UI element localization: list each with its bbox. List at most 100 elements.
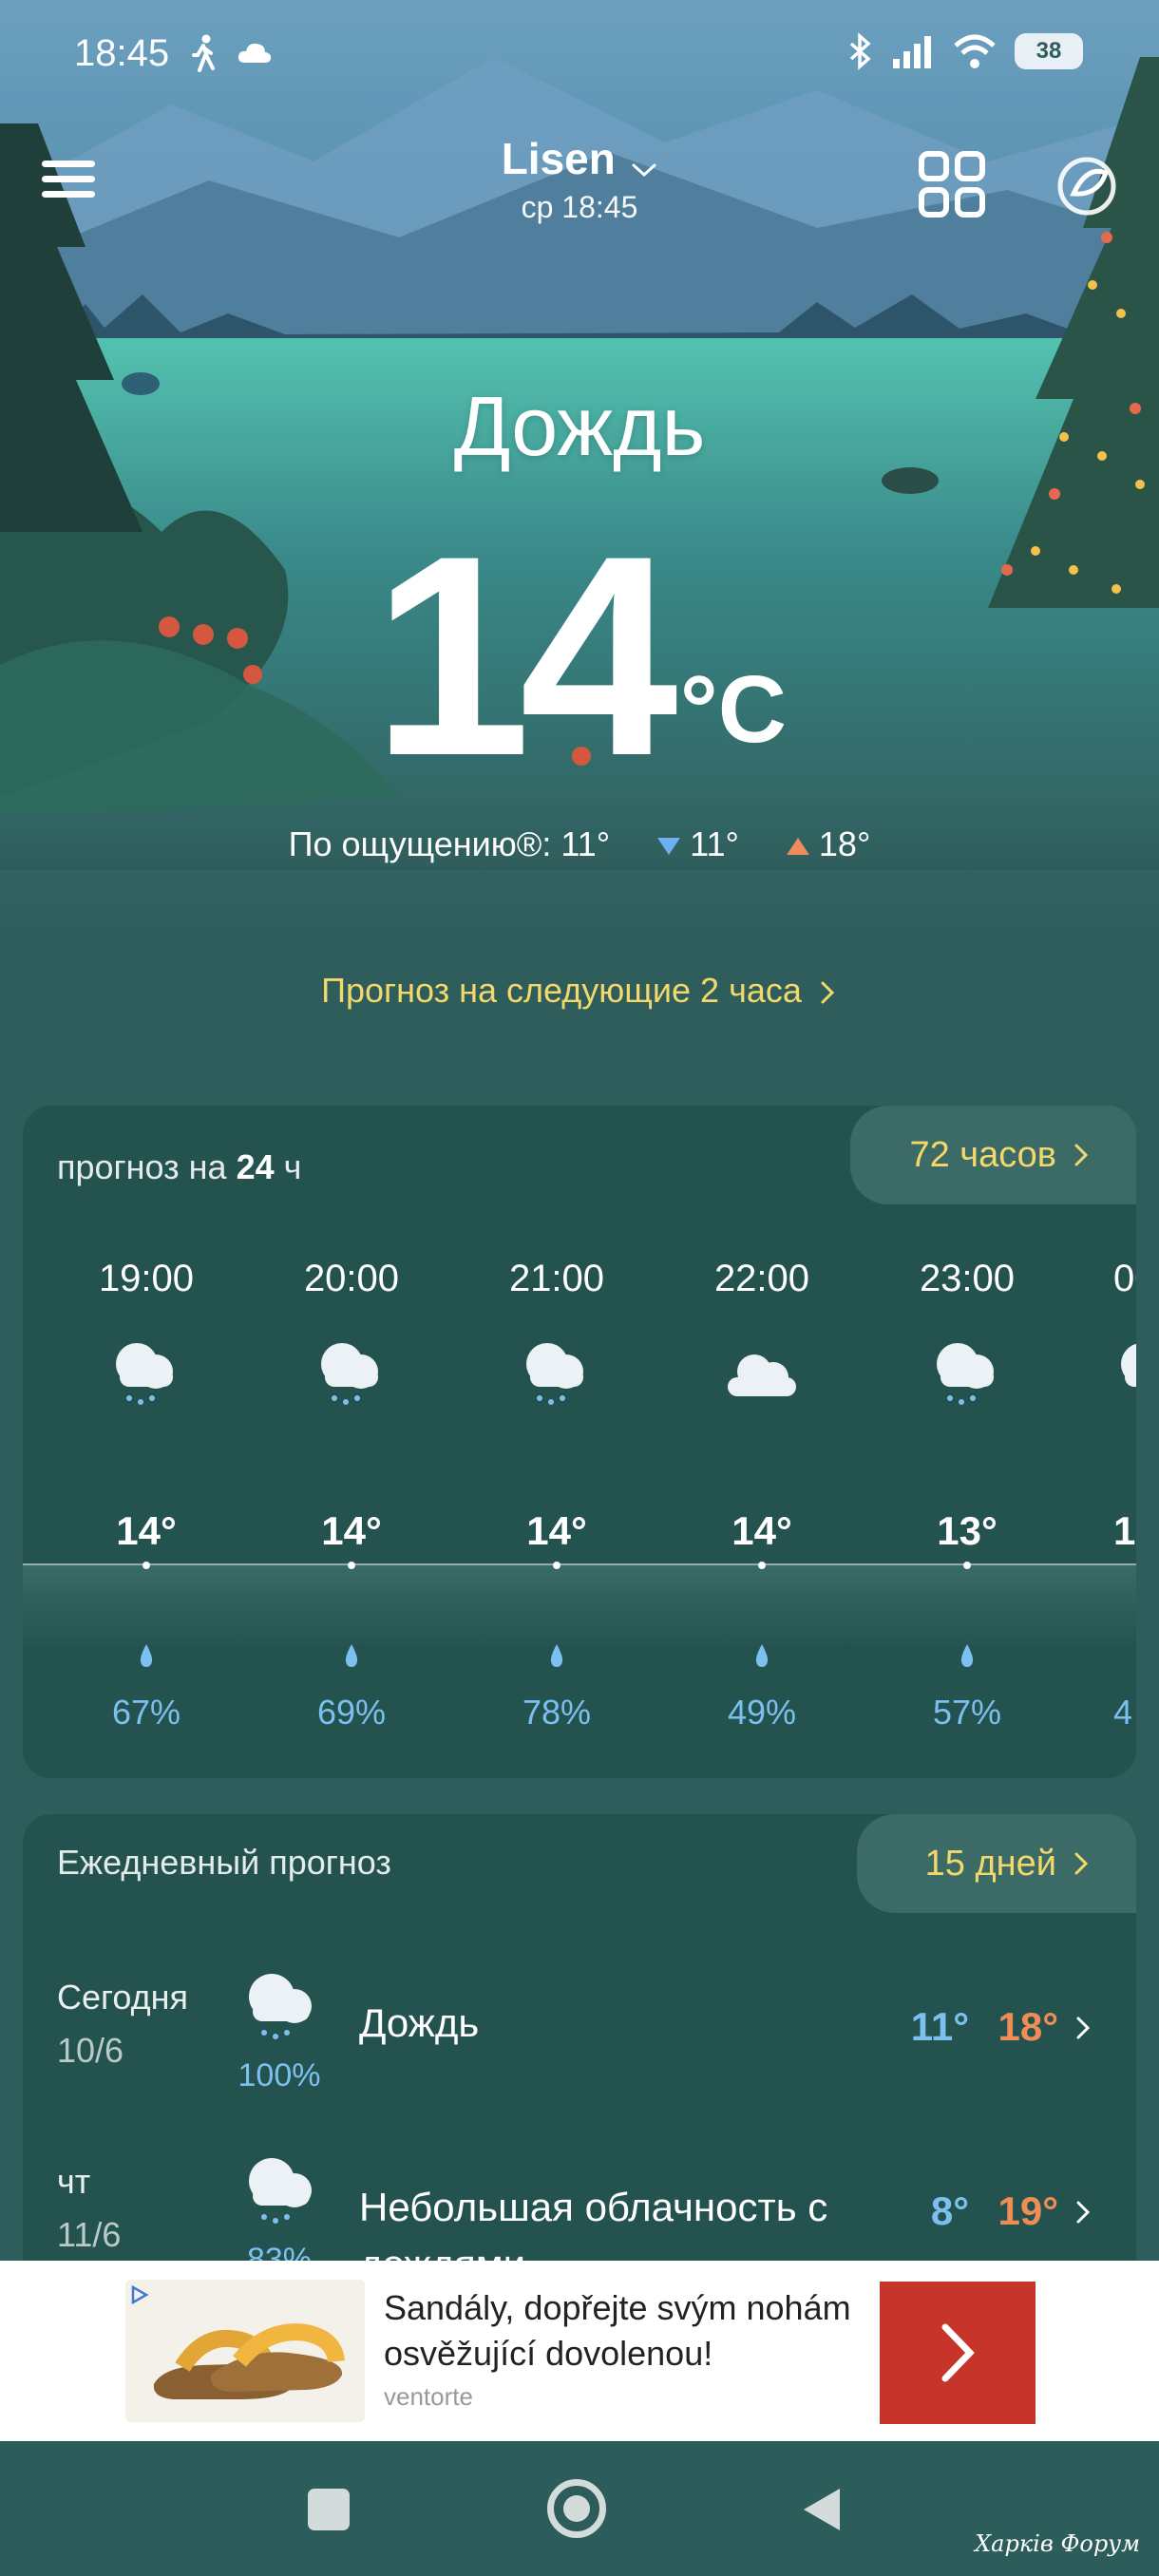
daily-forecast-card: Ежедневный прогноз 15 дней Сегодня 10/6 …	[23, 1814, 1136, 2308]
day-precip: 100%	[238, 2057, 321, 2093]
hour-item[interactable]: 19:00 14° 67%	[44, 1106, 249, 1778]
daily-15d-label[interactable]: 15 дней	[925, 1844, 1056, 1885]
hour-temp: 13°	[937, 1508, 998, 1553]
hour-item[interactable]: 20:00 14° 69%	[249, 1106, 454, 1778]
rain-cloud-icon	[526, 1343, 583, 1405]
chevron-down-icon[interactable]	[631, 161, 657, 180]
watermark-text: Харків Форум	[975, 2530, 1140, 2557]
hour-temp: 1	[1113, 1508, 1136, 1553]
min-temp: 11°	[690, 824, 739, 863]
temperature-unit: °C	[679, 656, 787, 763]
hour-item[interactable]: 22:00 14° 49%	[659, 1106, 864, 1778]
hour-time: 21:00	[508, 1258, 605, 1299]
temp-point	[963, 1562, 971, 1569]
hour-temp: 14°	[732, 1508, 792, 1553]
rain-cloud-icon	[116, 1343, 173, 1405]
hour-precip: 78%	[522, 1693, 592, 1732]
raindrop-icon	[755, 1644, 769, 1667]
hour-time: 19:00	[98, 1258, 195, 1299]
max-temp: 18°	[818, 824, 871, 863]
chevron-right-icon[interactable]	[1074, 2198, 1092, 2226]
rain-cloud-icon	[1121, 1343, 1136, 1387]
day-min-temp: 11°	[910, 2004, 969, 2049]
ad-open-button[interactable]	[880, 2282, 1036, 2424]
day-condition: Дождь	[359, 2000, 480, 2045]
hour-time: 00	[1113, 1258, 1136, 1299]
cloud-icon	[728, 1354, 796, 1396]
ad-banner[interactable]: Sandály, dopřejte svým nohám osvěžující …	[0, 2261, 1159, 2441]
bluetooth-icon	[849, 32, 871, 70]
walking-icon	[192, 34, 215, 72]
chevron-right-icon[interactable]	[1072, 1849, 1091, 1878]
back-button[interactable]	[798, 2485, 844, 2534]
hour-time: 22:00	[713, 1258, 810, 1299]
feels-like-text: По ощущению®: 11°	[288, 824, 611, 863]
day-max-temp: 18°	[998, 2004, 1058, 2049]
status-time: 18:45	[74, 32, 170, 74]
day-name: Сегодня	[57, 1978, 188, 2017]
day-name: чт	[57, 2162, 91, 2201]
day-date: 11/6	[57, 2215, 122, 2254]
ad-source: ventorte	[384, 2382, 473, 2411]
rain-cloud-icon	[937, 1343, 994, 1405]
hourly-forecast-card: прогноз на 24 ч 72 часов 19:00 14° 67% 2…	[23, 1106, 1136, 1778]
hour-precip: 4	[1113, 1693, 1133, 1732]
hourly-list[interactable]: 19:00 14° 67% 20:00 14° 69% 21:00 14° 78…	[23, 1106, 1136, 1778]
temp-point	[142, 1562, 150, 1569]
temp-point	[553, 1562, 560, 1569]
status-left-icons	[190, 34, 274, 72]
raindrop-icon	[550, 1644, 563, 1667]
ad-title[interactable]: Sandály, dopřejte svým nohám osvěžující …	[384, 2285, 878, 2377]
two-hour-forecast-link[interactable]: Прогноз на следующие 2 часа	[0, 971, 1159, 1011]
daily-15d-tab[interactable]: 15 дней	[856, 1814, 1136, 1913]
home-button[interactable]	[547, 2479, 606, 2538]
hour-temp: 14°	[116, 1508, 177, 1553]
hour-item[interactable]: 21:00 14° 78%	[454, 1106, 659, 1778]
sandals-image	[125, 2280, 365, 2422]
ad-product-image[interactable]	[125, 2280, 365, 2422]
max-arrow-icon	[786, 838, 809, 856]
status-right-icons: 38	[846, 32, 1083, 70]
raindrop-icon	[345, 1644, 358, 1667]
day-max-temp: 19°	[998, 2188, 1058, 2233]
temp-point	[348, 1562, 355, 1569]
chevron-right-icon	[941, 2323, 975, 2382]
signal-icon	[893, 36, 931, 68]
hour-precip: 49%	[727, 1693, 797, 1732]
raindrop-icon	[140, 1644, 153, 1667]
hour-precip: 69%	[316, 1693, 387, 1732]
raindrop-icon	[960, 1644, 974, 1667]
rain-cloud-icon	[249, 2158, 312, 2224]
day-min-temp: 8°	[930, 2188, 969, 2233]
hour-item[interactable]: 23:00 13° 57%	[864, 1106, 1070, 1778]
battery-indicator: 38	[1015, 33, 1083, 69]
ad-choices-icon[interactable]	[127, 2283, 150, 2306]
recent-apps-button[interactable]	[308, 2489, 350, 2530]
rain-cloud-icon	[249, 1974, 312, 2039]
grid-view-icon[interactable]	[918, 150, 986, 218]
hour-item[interactable]: 00 1 4	[1070, 1106, 1136, 1778]
hour-time: 23:00	[919, 1258, 1016, 1299]
current-condition: Дождь	[453, 379, 706, 473]
temperature-value: 14	[372, 496, 678, 815]
hour-precip: 57%	[932, 1693, 1002, 1732]
theme-flower-icon[interactable]	[1053, 152, 1121, 220]
city-name[interactable]: Lisen	[502, 134, 616, 183]
chevron-right-icon[interactable]	[1074, 2014, 1092, 2042]
hour-precip: 67%	[111, 1693, 181, 1732]
temp-point	[758, 1562, 766, 1569]
day-date: 10/6	[57, 2031, 124, 2070]
feels-like-row: По ощущению®: 11° 11° 18°	[0, 824, 1159, 864]
two-hour-forecast-label[interactable]: Прогноз на следующие 2 часа	[321, 971, 802, 1010]
hour-temp: 14°	[321, 1508, 382, 1553]
daily-title: Ежедневный прогноз	[57, 1843, 391, 1882]
hour-time: 20:00	[303, 1258, 400, 1299]
status-bar: 18:45 38	[0, 0, 1159, 104]
wifi-icon	[954, 34, 996, 68]
chevron-right-icon[interactable]	[817, 978, 838, 1007]
cloud-status-icon	[238, 43, 272, 63]
rain-cloud-icon	[321, 1343, 378, 1405]
daily-row[interactable]: Сегодня 10/6 100% Дождь 11° 18°	[23, 1974, 1136, 2158]
min-arrow-icon	[657, 838, 681, 856]
hour-temp: 14°	[526, 1508, 587, 1553]
